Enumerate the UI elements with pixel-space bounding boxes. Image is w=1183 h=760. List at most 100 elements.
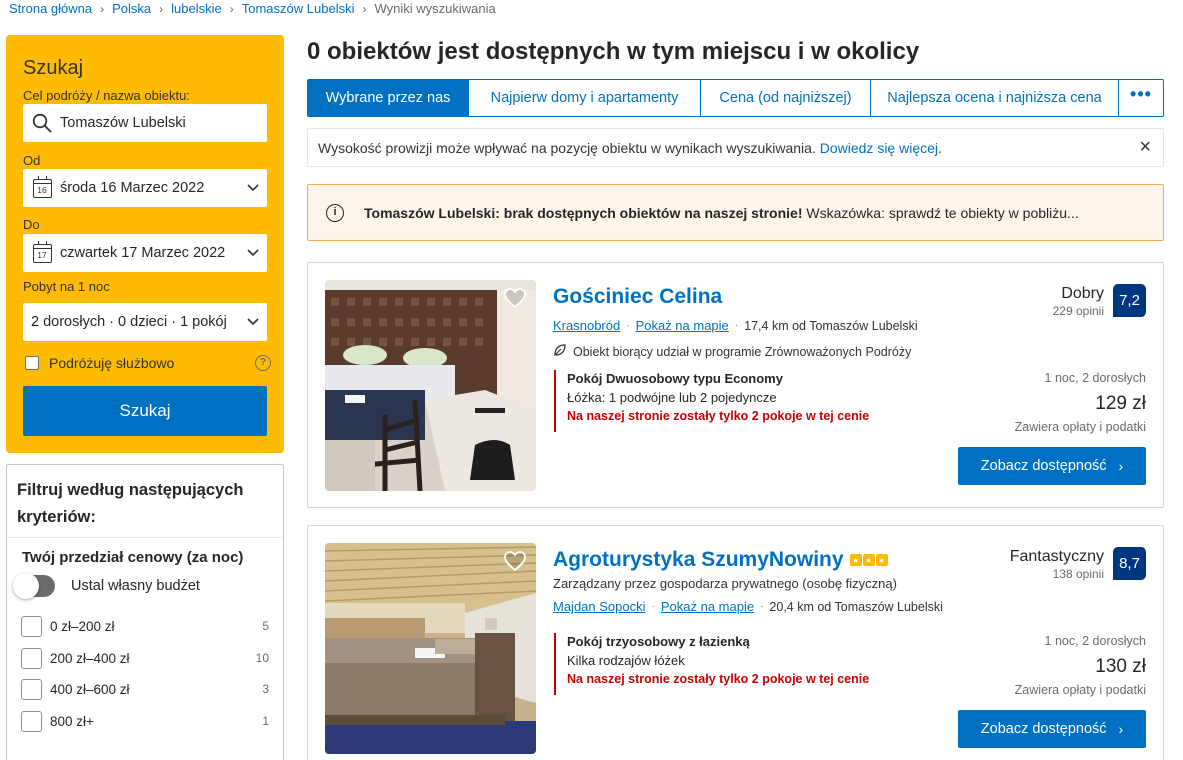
property-name[interactable]: Gościniec Celina (553, 285, 722, 309)
results-heading: 0 obiektów jest dostępnych w tym miejscu… (307, 38, 920, 65)
price-checkbox[interactable] (21, 678, 42, 700)
info-icon: i (326, 203, 344, 222)
room-info: Pokój trzyosobowy z łazienką Kilka rodza… (554, 633, 869, 695)
tab-best-rated[interactable]: Najlepsza ocena i najniższa cena (871, 80, 1119, 116)
business-travel-checkbox[interactable] (25, 356, 39, 370)
room-info: Pokój Dwuosobowy typu Economy Łóżka: 1 p… (554, 370, 869, 432)
search-button[interactable]: Szukaj (23, 386, 267, 436)
calendar-icon: 16 (31, 175, 53, 199)
business-travel-row: Podróżuję służbowo ? (25, 355, 271, 371)
star-rating: ★ ★ ★ (849, 554, 888, 566)
budget-toggle[interactable] (13, 573, 55, 599)
separator-dot: · (734, 320, 739, 331)
review-count[interactable]: 229 opinii (1053, 304, 1104, 318)
price-range-label: 200 zł–400 zł (50, 650, 130, 666)
destination-input[interactable]: Tomaszów Lubelski (23, 104, 267, 142)
tab-more[interactable]: ••• (1119, 80, 1163, 116)
sustainability-badge: Obiekt biorący udział w programie Zrówno… (553, 343, 911, 360)
review-score-badge: 7,2 (1113, 284, 1146, 317)
show-on-map-link[interactable]: Pokaż na mapie (661, 599, 754, 614)
review-count[interactable]: 138 opinii (1053, 567, 1104, 581)
stay-summary: 1 noc, 2 dorosłych (1044, 634, 1146, 648)
bed-info: Kilka rodzajów łóżek (567, 653, 685, 668)
budget-toggle-label[interactable]: Ustal własny budżet (71, 578, 200, 594)
price-range-label: 400 zł–600 zł (50, 681, 130, 697)
chevron-down-icon (239, 184, 267, 192)
breadcrumb-home[interactable]: Strona główna (9, 1, 92, 16)
chevron-right-icon: › (229, 1, 234, 16)
price-range-label: 800 zł+ (50, 713, 94, 729)
rating-word: Dobry (1061, 285, 1104, 302)
see-availability-label: Zobacz dostępność (980, 721, 1107, 737)
property-name-text: Gościniec Celina (553, 285, 723, 308)
see-availability-label: Zobacz dostępność (980, 458, 1107, 474)
price-range-count: 5 (262, 619, 269, 633)
property-card: Agroturystyka SzumyNowiny ★ ★ ★ Zarządzany… (307, 525, 1164, 760)
room-type: Pokój Dwuosobowy typu Economy (567, 371, 783, 386)
search-title: Szukaj (23, 57, 84, 79)
chevron-right-icon: › (159, 1, 164, 16)
show-on-map-link[interactable]: Pokaż na mapie (636, 318, 729, 333)
price-range-count: 3 (262, 682, 269, 696)
property-name[interactable]: Agroturystyka SzumyNowiny ★ ★ ★ (553, 548, 888, 572)
help-icon[interactable]: ? (255, 355, 271, 371)
search-box: Szukaj Cel podróży / nazwa obiektu: Toma… (6, 35, 284, 453)
calendar-icon: 17 (31, 240, 53, 264)
breadcrumb: Strona główna › Polska › lubelskie › Tom… (9, 1, 496, 16)
property-photo[interactable] (325, 543, 536, 754)
breadcrumb-region[interactable]: lubelskie (171, 1, 222, 16)
learn-more-link[interactable]: Dowiedz się więcej (820, 140, 938, 156)
calendar-day: 17 (32, 240, 52, 263)
checkin-date-picker[interactable]: 16 środa 16 Marzec 2022 (23, 169, 267, 207)
breadcrumb-city[interactable]: Tomaszów Lubelski (242, 1, 355, 16)
calendar-day: 16 (32, 175, 52, 198)
price-checkbox[interactable] (21, 710, 42, 732)
heart-icon[interactable] (503, 286, 527, 310)
price-filter-option[interactable]: 400 zł–600 zł 3 (21, 678, 269, 700)
price-filter-option[interactable]: 200 zł–400 zł 10 (21, 647, 269, 669)
property-photo[interactable] (325, 280, 536, 491)
tab-lowest-price[interactable]: Cena (od najniższej) (701, 80, 871, 116)
property-card: Gościniec Celina Krasnobród · Pokaż na m… (307, 262, 1164, 508)
price-range-label: 0 zł–200 zł (50, 618, 115, 634)
price-filter-option[interactable]: 800 zł+ 1 (21, 710, 269, 732)
price-checkbox[interactable] (21, 615, 42, 637)
toggle-knob (13, 573, 39, 599)
see-availability-button[interactable]: Zobacz dostępność › (958, 447, 1146, 485)
scarcity-message: Na naszej stronie zostały tylko 2 pokoje… (567, 672, 870, 686)
chevron-down-icon (239, 318, 267, 326)
checkout-date-picker[interactable]: 17 czwartek 17 Marzec 2022 (23, 234, 267, 272)
bed-info: Łóżka: 1 podwójne lub 2 pojedyncze (567, 390, 777, 405)
close-icon[interactable]: × (1139, 137, 1151, 157)
checkout-value: czwartek 17 Marzec 2022 (60, 245, 226, 261)
star-icon: ★ (849, 554, 862, 566)
tab-homes-first[interactable]: Najpierw domy i apartamenty (469, 80, 701, 116)
star-icon: ★ (875, 554, 888, 566)
rating-word: Fantastyczny (1009, 548, 1104, 565)
leaf-icon (553, 343, 567, 360)
filter-title: Filtruj według następujących kryteriów: (17, 481, 244, 526)
chevron-right-icon: › (100, 1, 105, 16)
tab-our-picks[interactable]: Wybrane przez nas (308, 80, 469, 116)
no-availability-alert: i Tomaszów Lubelski: brak dostępnych obi… (307, 184, 1164, 241)
guests-value: 2 dorosłych · 0 dzieci · 1 pokój (31, 314, 227, 330)
separator-dot: · (626, 320, 630, 331)
breadcrumb-country[interactable]: Polska (112, 1, 151, 16)
location-link[interactable]: Majdan Sopocki (553, 599, 646, 614)
distance-text: 17,4 km od Tomaszów Lubelski (744, 318, 918, 333)
commission-notice: Wysokość prowizji może wpływać na pozycj… (307, 128, 1164, 167)
business-travel-label[interactable]: Podróżuję służbowo (49, 355, 174, 371)
location-link[interactable]: Krasnobród (553, 318, 620, 333)
chevron-right-icon: › (362, 1, 367, 16)
see-availability-button[interactable]: Zobacz dostępność › (958, 710, 1146, 748)
guests-select[interactable]: 2 dorosłych · 0 dzieci · 1 pokój (23, 303, 267, 341)
scarcity-message: Na naszej stronie zostały tylko 2 pokoje… (567, 409, 870, 423)
price-filter-option[interactable]: 0 zł–200 zł 5 (21, 615, 269, 637)
checkout-label: Do (23, 217, 40, 232)
destination-value: Tomaszów Lubelski (60, 115, 186, 131)
heart-icon[interactable] (503, 549, 527, 573)
price-filter-title: Twój przedział cenowy (za noc) (22, 549, 244, 566)
star-icon: ★ (862, 554, 875, 566)
price-checkbox[interactable] (21, 647, 42, 669)
budget-toggle-row: Ustal własny budżet (13, 573, 200, 599)
